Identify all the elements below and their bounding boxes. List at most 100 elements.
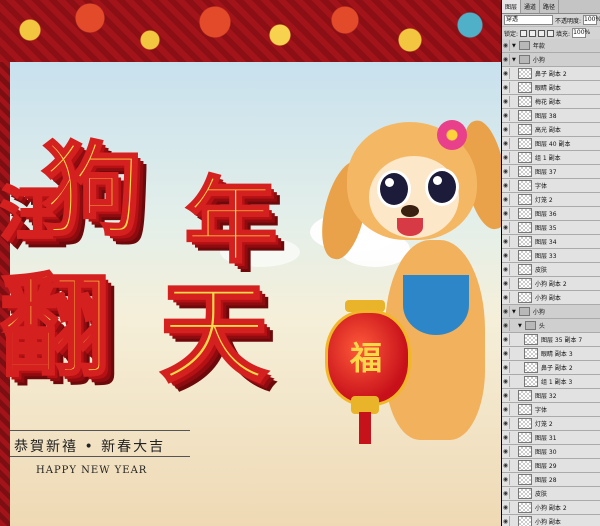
lock-position-icon[interactable] xyxy=(538,29,546,37)
visibility-eye-icon[interactable]: ◉ xyxy=(502,96,510,107)
visibility-eye-icon[interactable]: ◉ xyxy=(502,236,510,247)
layer-thumbnail xyxy=(518,222,532,233)
visibility-eye-icon[interactable]: ◉ xyxy=(502,208,510,219)
layer-group-row[interactable]: ◉ ▼ 小狗 xyxy=(502,53,600,67)
layer-row[interactable]: ◉ 图层 30 xyxy=(502,445,600,459)
visibility-eye-icon[interactable]: ◉ xyxy=(502,460,510,471)
layer-row[interactable]: ◉ 图层 33 xyxy=(502,249,600,263)
layers-list: ◉ ▼ 年款 ◉ ▼ 小狗 ◉ 鼻子 副本 2 ◉ 眼睛 副本 ◉ 梅花 副本 ◉ 图层 38 ◉ 高光 副本… xyxy=(502,39,600,526)
tab-layers[interactable]: 图层 xyxy=(502,0,522,13)
visibility-eye-icon[interactable]: ◉ xyxy=(502,264,510,275)
layer-row[interactable]: ◉ 眼睛 副本 3 xyxy=(502,347,600,361)
visibility-eye-icon[interactable]: ◉ xyxy=(502,222,510,233)
layer-row[interactable]: ◉ 字体 xyxy=(502,403,600,417)
layer-group-row[interactable]: ◉ ▼ 年款 xyxy=(502,39,600,53)
layer-row[interactable]: ◉ 图层 34 xyxy=(502,235,600,249)
layer-name: 图层 37 xyxy=(535,169,557,176)
visibility-eye-icon[interactable]: ◉ xyxy=(502,110,510,121)
visibility-eye-icon[interactable]: ◉ xyxy=(502,54,510,65)
visibility-eye-icon[interactable]: ◉ xyxy=(502,278,510,289)
slogan-rule-bottom xyxy=(10,456,190,457)
opacity-input[interactable]: 100% xyxy=(583,15,600,25)
layer-row[interactable]: ◉ 梅花 副本 xyxy=(502,95,600,109)
layer-thumbnail xyxy=(518,208,532,219)
visibility-eye-icon[interactable]: ◉ xyxy=(502,516,510,526)
visibility-eye-icon[interactable]: ◉ xyxy=(502,180,510,191)
lock-transparent-icon[interactable] xyxy=(520,29,528,37)
lock-pixels-icon[interactable] xyxy=(529,29,537,37)
visibility-eye-icon[interactable]: ◉ xyxy=(502,474,510,485)
group-expand-arrow-icon[interactable]: ▼ xyxy=(512,43,516,49)
tab-channels[interactable]: 通道 xyxy=(521,0,541,13)
layer-row[interactable]: ◉ 图层 29 xyxy=(502,459,600,473)
visibility-eye-icon[interactable]: ◉ xyxy=(502,488,510,499)
layer-row[interactable]: ◉ 鼻子 副本 2 xyxy=(502,67,600,81)
decorative-border-top xyxy=(0,0,501,62)
visibility-eye-icon[interactable]: ◉ xyxy=(502,376,510,387)
lock-all-icon[interactable] xyxy=(547,29,555,37)
layer-thumbnail xyxy=(524,348,538,359)
layer-row[interactable]: ◉ 图层 35 xyxy=(502,221,600,235)
layer-group-row[interactable]: ◉ ▼ 头 xyxy=(502,319,600,333)
layer-row[interactable]: ◉ 眼睛 副本 xyxy=(502,81,600,95)
visibility-eye-icon[interactable]: ◉ xyxy=(502,390,510,401)
layer-row[interactable]: ◉ 图层 35 副本 7 xyxy=(502,333,600,347)
visibility-eye-icon[interactable]: ◉ xyxy=(502,68,510,79)
layer-name: 小狗 副本 2 xyxy=(535,505,567,512)
visibility-eye-icon[interactable]: ◉ xyxy=(502,446,510,457)
visibility-eye-icon[interactable]: ◉ xyxy=(502,138,510,149)
visibility-eye-icon[interactable]: ◉ xyxy=(502,432,510,443)
visibility-eye-icon[interactable]: ◉ xyxy=(502,194,510,205)
layer-row[interactable]: ◉ 字体 xyxy=(502,179,600,193)
layer-row[interactable]: ◉ 图层 28 xyxy=(502,473,600,487)
document-canvas[interactable]: 汪 狗 年 翻 天 恭賀新禧 • 新春大吉 HAPPY NEW YEAR 福 xyxy=(0,0,501,526)
tab-paths[interactable]: 路径 xyxy=(540,0,560,13)
blend-mode-select[interactable]: 穿透 xyxy=(504,15,553,25)
layer-row[interactable]: ◉ 图层 36 xyxy=(502,207,600,221)
layer-row[interactable]: ◉ 高光 副本 xyxy=(502,123,600,137)
layer-row[interactable]: ◉ 图层 32 xyxy=(502,389,600,403)
visibility-eye-icon[interactable]: ◉ xyxy=(502,40,510,51)
layer-name: 图层 35 xyxy=(535,225,557,232)
layer-group-row[interactable]: ◉ ▼ 小狗 xyxy=(502,305,600,319)
visibility-eye-icon[interactable]: ◉ xyxy=(502,348,510,359)
layer-name: 组 1 副本 3 xyxy=(541,379,573,386)
group-expand-arrow-icon[interactable]: ▼ xyxy=(518,323,522,329)
layer-row[interactable]: ◉ 图层 40 副本 xyxy=(502,137,600,151)
layer-row[interactable]: ◉ 皮肤 xyxy=(502,487,600,501)
layer-row[interactable]: ◉ 小狗 副本 xyxy=(502,291,600,305)
visibility-eye-icon[interactable]: ◉ xyxy=(502,502,510,513)
visibility-eye-icon[interactable]: ◉ xyxy=(502,124,510,135)
visibility-eye-icon[interactable]: ◉ xyxy=(502,418,510,429)
group-expand-arrow-icon[interactable]: ▼ xyxy=(512,309,516,315)
layer-row[interactable]: ◉ 小狗 副本 xyxy=(502,515,600,526)
layer-row[interactable]: ◉ 灯笼 2 xyxy=(502,417,600,431)
layer-thumbnail xyxy=(518,250,532,261)
group-expand-arrow-icon[interactable]: ▼ xyxy=(512,57,516,63)
visibility-eye-icon[interactable]: ◉ xyxy=(502,250,510,261)
layer-name: 梅花 副本 xyxy=(535,99,561,106)
fill-input[interactable]: 100% xyxy=(572,28,590,38)
layer-row[interactable]: ◉ 图层 38 xyxy=(502,109,600,123)
visibility-eye-icon[interactable]: ◉ xyxy=(502,166,510,177)
layer-row[interactable]: ◉ 图层 31 xyxy=(502,431,600,445)
layer-row[interactable]: ◉ 皮肤 xyxy=(502,263,600,277)
layer-row[interactable]: ◉ 灯笼 2 xyxy=(502,193,600,207)
visibility-eye-icon[interactable]: ◉ xyxy=(502,320,510,331)
visibility-eye-icon[interactable]: ◉ xyxy=(502,152,510,163)
layer-row[interactable]: ◉ 组 1 副本 xyxy=(502,151,600,165)
layer-row[interactable]: ◉ 鼻子 副本 2 xyxy=(502,361,600,375)
title-char-nian: 年 xyxy=(183,167,278,275)
visibility-eye-icon[interactable]: ◉ xyxy=(502,292,510,303)
visibility-eye-icon[interactable]: ◉ xyxy=(502,82,510,93)
layer-row[interactable]: ◉ 小狗 副本 2 xyxy=(502,277,600,291)
layer-name: 高光 副本 xyxy=(535,127,561,134)
visibility-eye-icon[interactable]: ◉ xyxy=(502,306,510,317)
lock-label: 锁定: xyxy=(504,30,519,38)
visibility-eye-icon[interactable]: ◉ xyxy=(502,334,510,345)
visibility-eye-icon[interactable]: ◉ xyxy=(502,362,510,373)
layer-row[interactable]: ◉ 组 1 副本 3 xyxy=(502,375,600,389)
visibility-eye-icon[interactable]: ◉ xyxy=(502,404,510,415)
layer-row[interactable]: ◉ 小狗 副本 2 xyxy=(502,501,600,515)
layer-row[interactable]: ◉ 图层 37 xyxy=(502,165,600,179)
